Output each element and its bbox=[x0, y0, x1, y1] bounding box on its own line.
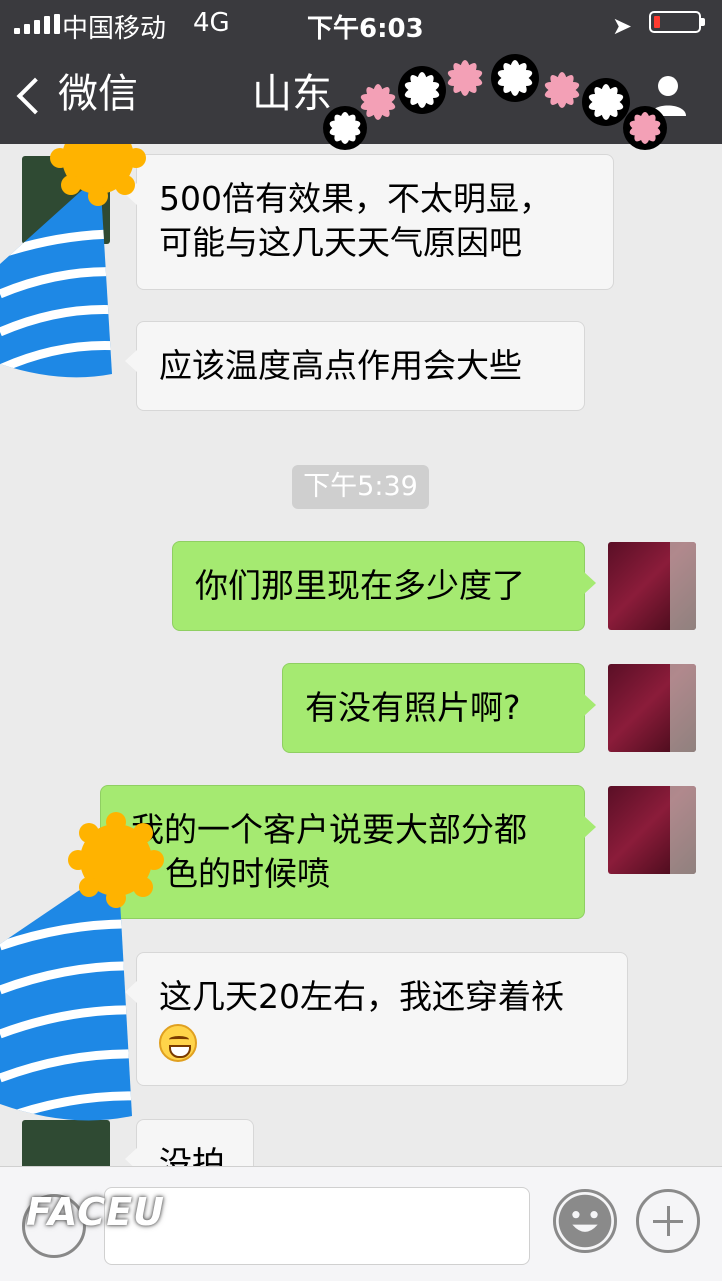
signal-icon bbox=[14, 14, 60, 34]
my-avatar[interactable] bbox=[608, 786, 696, 874]
emoji-button[interactable] bbox=[553, 1189, 617, 1253]
message-text: 这几天20左右，我还穿着袄 bbox=[159, 977, 564, 1016]
message-text: 可能与这几天天气原因吧 bbox=[159, 223, 522, 262]
party-hat-sticker bbox=[0, 812, 164, 1121]
message-text: 色的时候喷 bbox=[165, 854, 330, 893]
message-input[interactable] bbox=[104, 1187, 530, 1265]
plus-icon[interactable] bbox=[636, 1189, 700, 1253]
message-text: 500倍有效果，不太明显， bbox=[159, 179, 552, 218]
faceu-watermark: FACEU bbox=[26, 1190, 166, 1234]
location-arrow-icon: ➤ bbox=[612, 12, 633, 40]
message-text: 你们那里现在多少度了 bbox=[195, 566, 525, 605]
party-hat-sticker bbox=[0, 144, 146, 378]
my-avatar[interactable] bbox=[608, 664, 696, 752]
timestamp-divider: 下午5:39 bbox=[292, 465, 429, 509]
carrier-label: 中国移动 bbox=[62, 14, 167, 44]
status-bar: 中国移动 4G 下午6:03 ➤ bbox=[0, 0, 722, 46]
message-bubble[interactable]: 有没有照片啊? bbox=[282, 663, 596, 753]
my-avatar[interactable] bbox=[608, 542, 696, 630]
chevron-left-icon bbox=[16, 77, 54, 115]
message-bubble[interactable]: 应该温度高点作用会大些 bbox=[125, 321, 585, 411]
back-button[interactable]: 微信 bbox=[16, 71, 138, 117]
message-bubble[interactable]: 500倍有效果，不太明显， 可能与这几天天气原因吧 bbox=[125, 154, 614, 290]
back-label: 微信 bbox=[58, 71, 138, 117]
chat-area[interactable]: 500倍有效果，不太明显， 可能与这几天天气原因吧 应该温度高点作用会大些 下午… bbox=[0, 144, 722, 1166]
message-bubble[interactable]: 这几天20左右，我还穿着袄 bbox=[125, 952, 628, 1086]
status-time: 下午6:03 bbox=[307, 14, 424, 44]
message-bubble[interactable]: 你们那里现在多少度了 bbox=[172, 541, 596, 631]
message-text: 有没有照片啊? bbox=[305, 688, 521, 727]
battery-icon bbox=[649, 11, 705, 33]
message-text: 我的一个客户说要大部分都 bbox=[131, 810, 527, 849]
message-text: 应该温度高点作用会大些 bbox=[159, 346, 522, 385]
network-type: 4G bbox=[193, 8, 230, 38]
